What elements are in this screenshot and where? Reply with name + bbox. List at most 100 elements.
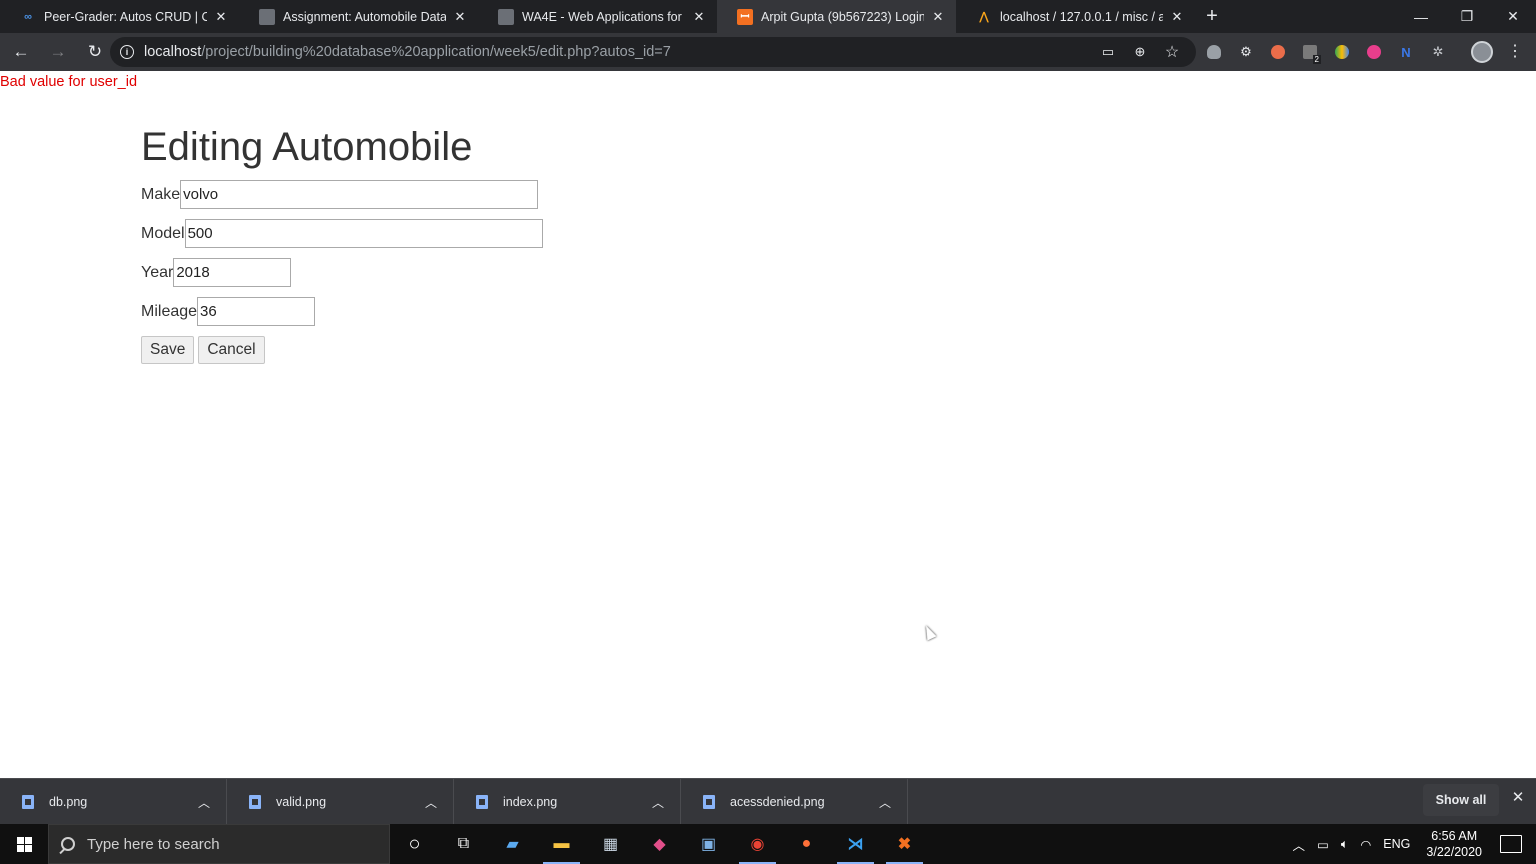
colorful-extension-icon[interactable] bbox=[1326, 37, 1358, 67]
model-input[interactable] bbox=[184, 219, 543, 248]
react-extension-icon[interactable]: ✲ bbox=[1422, 37, 1454, 67]
tab-peer-grader[interactable]: ∞ Peer-Grader: Autos CRUD | Cours ✕ bbox=[0, 0, 239, 33]
bookmark-star-icon[interactable]: ☆ bbox=[1156, 37, 1188, 67]
make-input[interactable] bbox=[180, 180, 539, 209]
zoom-icon[interactable]: ⊕ bbox=[1124, 37, 1156, 67]
image-file-icon bbox=[703, 794, 715, 809]
close-tab-icon[interactable]: ✕ bbox=[1169, 9, 1185, 25]
chevron-up-icon[interactable]: ︿ bbox=[1293, 835, 1306, 854]
restore-icon[interactable]: ❐ bbox=[1444, 0, 1490, 33]
tab-strip: ∞ Peer-Grader: Autos CRUD | Cours ✕ Assi… bbox=[0, 0, 1536, 33]
chrome-icon[interactable]: ◉ bbox=[733, 824, 782, 864]
close-shelf-icon[interactable]: ✕ bbox=[1508, 788, 1528, 812]
vscode-icon[interactable]: ⋊ bbox=[831, 824, 880, 864]
tab-assignment[interactable]: Assignment: Automobile Databa ✕ bbox=[239, 0, 478, 33]
battery-icon[interactable]: ▭ bbox=[1317, 837, 1329, 852]
close-tab-icon[interactable]: ✕ bbox=[930, 9, 946, 25]
wifi-icon[interactable]: ◠ bbox=[1360, 837, 1371, 852]
make-label: Make bbox=[141, 185, 181, 203]
close-tab-icon[interactable]: ✕ bbox=[452, 9, 468, 25]
taskbar-search[interactable]: Type here to search bbox=[48, 824, 390, 864]
language-indicator[interactable]: ENG bbox=[1383, 837, 1410, 851]
clock[interactable]: 6:56 AM 3/22/2020 bbox=[1426, 828, 1482, 860]
page-thumb-icon bbox=[498, 8, 514, 25]
start-button[interactable] bbox=[0, 824, 48, 864]
tab-phpmyadmin[interactable]: ⋀ localhost / 127.0.0.1 / misc / auto ✕ bbox=[956, 0, 1195, 33]
tab-login-page[interactable]: ꟷ Arpit Gupta (9b567223) Login Pa ✕ bbox=[717, 0, 956, 33]
coursera-icon: ∞ bbox=[24, 10, 32, 23]
tab-title: Peer-Grader: Autos CRUD | Cours bbox=[44, 9, 207, 24]
gear-extension-icon[interactable]: ⚙ bbox=[1230, 37, 1262, 67]
cast-icon[interactable]: ▭ bbox=[1092, 37, 1124, 67]
page-title: Editing Automobile bbox=[141, 125, 473, 169]
phpmyadmin-icon: ⋀ bbox=[979, 11, 989, 23]
tab-title: WA4E - Web Applications for Eve bbox=[522, 9, 685, 24]
download-item[interactable]: index.png ︿ bbox=[454, 778, 681, 825]
chevron-up-icon[interactable]: ︿ bbox=[198, 794, 210, 811]
download-filename: valid.png bbox=[276, 794, 327, 809]
error-message: Bad value for user_id bbox=[0, 74, 138, 90]
file-explorer-icon[interactable]: ▬ bbox=[537, 824, 586, 864]
model-label: Model bbox=[141, 224, 185, 242]
forward-icon[interactable]: → bbox=[42, 36, 74, 68]
bulb-extension-icon[interactable] bbox=[1198, 37, 1230, 67]
grey-extension-icon[interactable]: 2 bbox=[1294, 37, 1326, 67]
url-host: localhost bbox=[144, 44, 202, 60]
cortana-icon[interactable]: ○ bbox=[390, 824, 439, 864]
address-bar[interactable]: i localhost/project/building%20database%… bbox=[110, 37, 1196, 67]
site-info-icon[interactable]: i bbox=[120, 45, 134, 59]
download-item[interactable]: valid.png ︿ bbox=[227, 778, 454, 825]
download-filename: acessdenied.png bbox=[730, 794, 825, 809]
system-tray: ︿ ▭ 🔈︎ ◠ ENG 6:56 AM 3/22/2020 bbox=[1287, 824, 1536, 864]
xampp-icon[interactable]: ✖ bbox=[880, 824, 929, 864]
moon-extension-icon[interactable] bbox=[1358, 37, 1390, 67]
notifications-icon[interactable] bbox=[1500, 835, 1522, 853]
mouse-cursor-icon bbox=[921, 623, 937, 641]
cancel-button[interactable]: Cancel bbox=[198, 336, 265, 364]
profile-avatar[interactable] bbox=[1471, 41, 1493, 63]
mileage-input[interactable] bbox=[197, 297, 316, 326]
close-tab-icon[interactable]: ✕ bbox=[213, 9, 229, 25]
year-label: Year bbox=[141, 263, 174, 281]
extensions: ⚙ 2 N ✲ bbox=[1198, 37, 1454, 67]
show-all-button[interactable]: Show all bbox=[1423, 784, 1499, 816]
download-item[interactable]: acessdenied.png ︿ bbox=[681, 778, 908, 825]
chevron-up-icon[interactable]: ︿ bbox=[652, 794, 664, 811]
chrome-menu-icon[interactable]: ⋮ bbox=[1505, 41, 1525, 63]
mileage-label: Mileage bbox=[141, 302, 198, 320]
app-icon[interactable]: ▣ bbox=[684, 824, 733, 864]
tab-title: localhost / 127.0.0.1 / misc / auto bbox=[1000, 9, 1163, 24]
chevron-up-icon[interactable]: ︿ bbox=[879, 794, 891, 811]
save-button[interactable]: Save bbox=[141, 336, 195, 364]
download-filename: db.png bbox=[49, 794, 88, 809]
back-icon[interactable]: ← bbox=[5, 36, 37, 68]
image-file-icon bbox=[249, 794, 261, 809]
year-input[interactable] bbox=[173, 258, 292, 287]
year-row: Year bbox=[141, 258, 543, 287]
clock-time: 6:56 AM bbox=[1431, 829, 1478, 843]
close-tab-icon[interactable]: ✕ bbox=[691, 9, 707, 25]
tampermonkey-icon[interactable] bbox=[1262, 37, 1294, 67]
edit-form: Editing Automobile Make Model Year Milea… bbox=[141, 122, 543, 364]
new-tab-button[interactable]: + bbox=[1195, 0, 1229, 33]
paint-icon[interactable]: ◆ bbox=[635, 824, 684, 864]
reload-icon[interactable]: ↻ bbox=[79, 36, 111, 68]
app-icon[interactable]: ▰ bbox=[488, 824, 537, 864]
page-thumb-icon bbox=[259, 8, 275, 25]
download-filename: index.png bbox=[503, 794, 558, 809]
download-item[interactable]: db.png ︿ bbox=[0, 778, 227, 825]
download-shelf: db.png ︿ valid.png ︿ index.png ︿ acessde… bbox=[0, 778, 1536, 825]
n-extension-icon[interactable]: N bbox=[1390, 37, 1422, 67]
search-placeholder: Type here to search bbox=[87, 835, 220, 853]
firefox-icon[interactable]: ● bbox=[782, 824, 831, 864]
close-window-icon[interactable]: ✕ bbox=[1490, 0, 1536, 33]
search-icon bbox=[61, 837, 75, 851]
tab-wa4e[interactable]: WA4E - Web Applications for Eve ✕ bbox=[478, 0, 717, 33]
app-icon[interactable]: ▦ bbox=[586, 824, 635, 864]
xampp-icon: ꟷ bbox=[737, 8, 753, 25]
task-view-icon[interactable]: ⧉ bbox=[439, 824, 488, 864]
minimize-icon[interactable]: — bbox=[1398, 0, 1444, 33]
volume-icon[interactable]: 🔈︎ bbox=[1341, 837, 1349, 852]
make-row: Make bbox=[141, 180, 543, 209]
chevron-up-icon[interactable]: ︿ bbox=[425, 794, 437, 811]
